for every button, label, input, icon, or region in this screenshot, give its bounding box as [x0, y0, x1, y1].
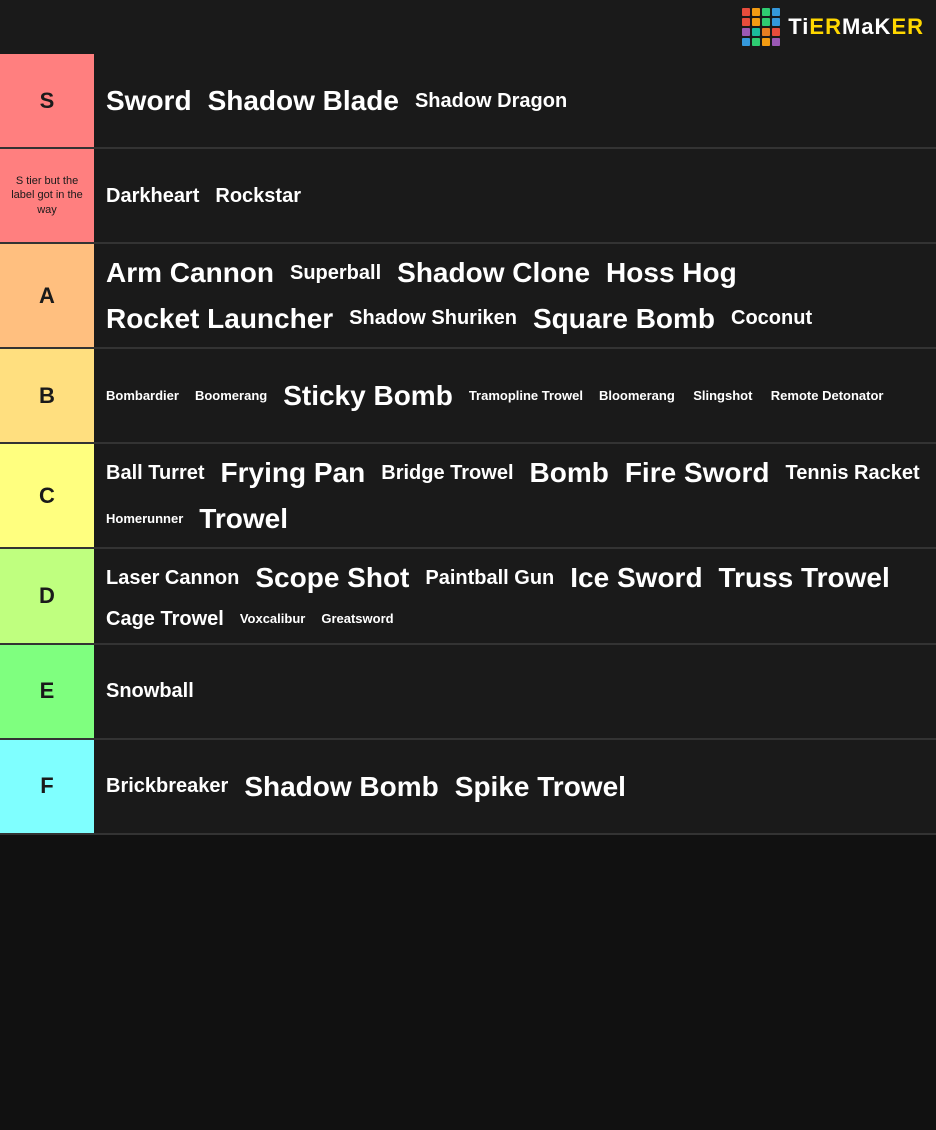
logo-dot: [772, 8, 780, 16]
tier-item: Bloomerang: [591, 382, 683, 410]
tier-item: Truss Trowel: [711, 555, 898, 601]
tier-item: Paintball Gun: [417, 560, 562, 596]
tier-item: Scope Shot: [247, 555, 417, 601]
tier-label-b: B: [0, 349, 94, 442]
header: TiERMaKER: [0, 0, 936, 54]
tier-label-s-note: S tier but the label got in the way: [0, 149, 94, 242]
logo-dot: [742, 28, 750, 36]
tier-label-s: S: [0, 54, 94, 147]
tier-item: Fire Sword: [617, 450, 778, 496]
tier-item: Remote Detonator: [763, 382, 892, 410]
tier-row-c: CBall TurretFrying PanBridge TrowelBombF…: [0, 444, 936, 549]
tier-container: SSwordShadow BladeShadow DragonS tier bu…: [0, 54, 936, 835]
tier-item: Shadow Blade: [200, 78, 407, 124]
tier-item: Trowel: [191, 496, 296, 542]
logo-dot: [742, 18, 750, 26]
tier-item: Greatsword: [313, 605, 401, 633]
tier-item: Slingshot: [683, 382, 763, 410]
tier-item: Shadow Shuriken: [341, 300, 525, 336]
tier-item: Rockstar: [207, 178, 309, 214]
tier-item: Cage Trowel: [98, 601, 232, 637]
tier-item: Tramopline Trowel: [461, 382, 591, 410]
tier-item: Rocket Launcher: [98, 296, 341, 342]
tier-item: Ball Turret: [98, 455, 213, 491]
tier-content-f: BrickbreakerShadow BombSpike Trowel: [94, 740, 936, 833]
tier-item: Tennis Racket: [778, 455, 928, 491]
tier-content-a: Arm CannonSuperballShadow CloneHoss Hog R…: [94, 244, 936, 347]
tier-item: Bridge Trowel: [373, 455, 521, 491]
tier-label-f: F: [0, 740, 94, 833]
tier-item: Snowball: [98, 673, 202, 709]
logo-dot: [772, 38, 780, 46]
tier-content-b: BombardierBoomerangSticky BombTramopline…: [94, 349, 936, 442]
logo-dot: [762, 28, 770, 36]
tier-item: Boomerang: [187, 382, 275, 410]
tier-content-s: SwordShadow BladeShadow Dragon: [94, 54, 936, 147]
tier-item: Voxcalibur: [232, 605, 314, 633]
logo-dot: [752, 38, 760, 46]
logo-area: TiERMaKER: [742, 8, 924, 46]
tier-label-a: A: [0, 244, 94, 347]
tier-item: Shadow Bomb: [236, 764, 446, 810]
tier-item: Homerunner: [98, 505, 191, 533]
logo-dot: [762, 38, 770, 46]
tier-item: Shadow Clone: [389, 250, 598, 296]
tier-label-c: C: [0, 444, 94, 547]
tier-row-s: SSwordShadow BladeShadow Dragon: [0, 54, 936, 149]
tier-item: Frying Pan: [213, 450, 374, 496]
logo-dot: [752, 18, 760, 26]
logo-dot: [752, 8, 760, 16]
tier-row-b: BBombardierBoomerangSticky BombTramoplin…: [0, 349, 936, 444]
tier-content-d: Laser CannonScope ShotPaintball GunIce S…: [94, 549, 936, 643]
tier-row-f: FBrickbreakerShadow BombSpike Trowel: [0, 740, 936, 835]
tier-label-e: E: [0, 645, 94, 738]
tier-item: Brickbreaker: [98, 768, 236, 804]
tier-item: Sticky Bomb: [275, 373, 461, 419]
logo-dot: [772, 28, 780, 36]
tier-item: Coconut: [723, 300, 820, 336]
tier-item: Bomb: [522, 450, 617, 496]
tier-item: Ice Sword: [562, 555, 710, 601]
tier-row-s-note: S tier but the label got in the wayDarkh…: [0, 149, 936, 244]
tier-row-e: ESnowball: [0, 645, 936, 740]
tier-item: Sword: [98, 78, 200, 124]
tier-item: Darkheart: [98, 178, 207, 214]
tier-content-s-note: DarkheartRockstar: [94, 149, 936, 242]
tier-item: Laser Cannon: [98, 560, 247, 596]
tier-row-d: DLaser CannonScope ShotPaintball GunIce …: [0, 549, 936, 645]
tier-item: Bombardier: [98, 382, 187, 410]
tier-item: Superball: [282, 255, 389, 291]
tier-item: Spike Trowel: [447, 764, 634, 810]
logo-dot: [742, 38, 750, 46]
tier-content-c: Ball TurretFrying PanBridge TrowelBombFi…: [94, 444, 936, 547]
logo-dot: [742, 8, 750, 16]
logo-text: TiERMaKER: [788, 14, 924, 40]
tier-item: Shadow Dragon: [407, 83, 575, 119]
tier-item: Square Bomb: [525, 296, 723, 342]
tier-row-a: AArm CannonSuperballShadow CloneHoss Hog…: [0, 244, 936, 349]
logo-dot: [772, 18, 780, 26]
logo-grid-icon: [742, 8, 780, 46]
logo-dot: [762, 18, 770, 26]
tier-label-d: D: [0, 549, 94, 643]
logo-dot: [762, 8, 770, 16]
tier-item: Arm Cannon: [98, 250, 282, 296]
logo-dot: [752, 28, 760, 36]
tier-item: Hoss Hog: [598, 250, 745, 296]
tier-content-e: Snowball: [94, 645, 936, 738]
